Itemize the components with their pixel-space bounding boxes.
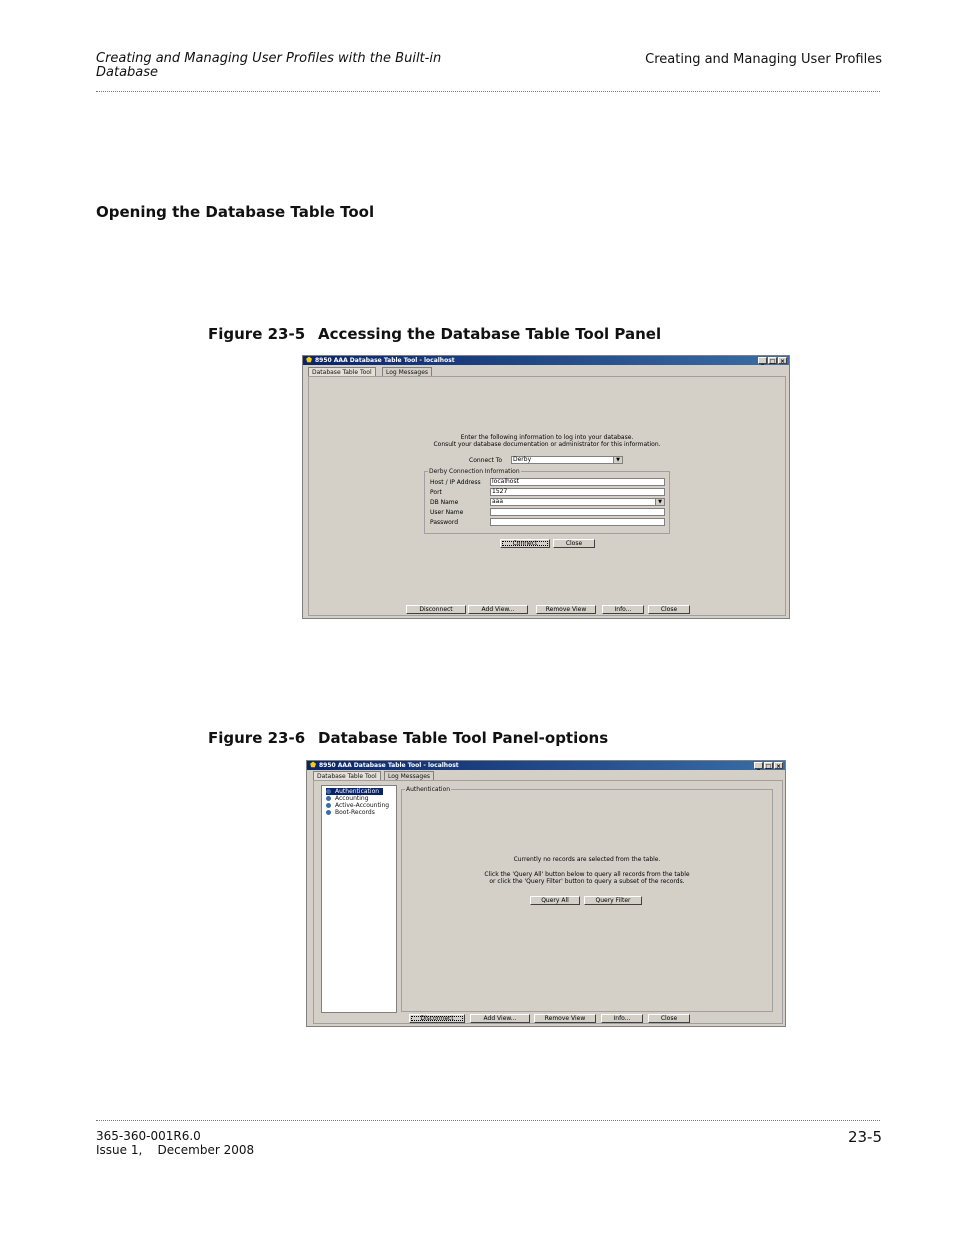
figure1-caption-text: Accessing the Database Table Tool Panel xyxy=(318,325,662,343)
password-input[interactable] xyxy=(490,518,665,526)
user-name-label: User Name xyxy=(430,509,464,516)
header-chapter-title: Creating and Managing User Profiles with… xyxy=(96,51,442,80)
page-number: 23-5 xyxy=(847,1128,882,1146)
tree-item-boot-records[interactable]: Boot-Records xyxy=(326,809,379,816)
minimize-icon[interactable]: _ xyxy=(758,357,767,365)
tree-item-authentication[interactable]: Authentication xyxy=(326,788,384,795)
figure1-number: Figure 23-5 xyxy=(208,325,306,343)
figure2-remove-view-button[interactable]: Remove View xyxy=(534,1014,596,1023)
password-label: Password xyxy=(430,519,459,526)
query-filter-button[interactable]: Query Filter xyxy=(584,896,642,905)
tree-item-label: Authentication xyxy=(335,788,380,795)
header-rule xyxy=(96,91,880,92)
figure2-close-button[interactable]: Close xyxy=(648,1014,690,1023)
db-name-value: aaa xyxy=(492,498,504,505)
figure1-tab-panel: Enter the following information to log i… xyxy=(308,376,786,616)
table-node-icon xyxy=(326,810,331,815)
tree-item-active-accounting[interactable]: Active-Accounting xyxy=(326,802,393,809)
table-node-icon xyxy=(326,796,331,801)
figure2-caption: Figure 23-6 Database Table Tool Panel-opt… xyxy=(208,729,608,747)
app-icon: ⬟ xyxy=(306,356,313,364)
figure1-caption: Figure 23-5 Accessing the Database Table … xyxy=(208,325,661,343)
footer-rule xyxy=(96,1120,880,1121)
figure1-window-title: 8950 AAA Database Table Tool - localhost xyxy=(315,357,455,364)
tree-item-accounting[interactable]: Accounting xyxy=(326,795,373,802)
query-hint-line1: Click the 'Query All' button below to qu… xyxy=(484,871,690,878)
port-label: Port xyxy=(430,489,442,496)
close-dialog-button[interactable]: Close xyxy=(553,539,595,548)
chevron-down-icon[interactable]: ▼ xyxy=(613,457,622,463)
figure2-info-button[interactable]: Info... xyxy=(601,1014,643,1023)
connect-button[interactable]: Connect xyxy=(500,539,550,548)
tree-item-label: Accounting xyxy=(335,795,369,802)
figure1-close-button[interactable]: Close xyxy=(648,605,690,614)
maximize-icon[interactable]: □ xyxy=(764,762,773,770)
minimize-icon[interactable]: _ xyxy=(754,762,763,770)
table-node-icon xyxy=(326,789,331,794)
figure1-intro-line2: Consult your database documentation or a… xyxy=(433,441,661,448)
no-records-message: Currently no records are selected from t… xyxy=(513,856,661,863)
connect-to-label: Connect To xyxy=(469,457,503,464)
figure1-intro-line1: Enter the following information to log i… xyxy=(460,434,634,441)
figure2-number: Figure 23-6 xyxy=(208,729,306,747)
maximize-icon[interactable]: □ xyxy=(768,357,777,365)
host-input[interactable]: localhost xyxy=(490,478,665,486)
figure2-window: ⬟ 8950 AAA Database Table Tool - localho… xyxy=(306,760,786,1027)
connect-to-value: Derby xyxy=(513,456,532,463)
footer-issue: Issue 1, December 2008 xyxy=(96,1143,255,1157)
close-icon[interactable]: × xyxy=(774,762,783,770)
user-name-input[interactable] xyxy=(490,508,665,516)
close-icon[interactable]: × xyxy=(778,357,787,365)
authentication-group: Authentication Currently no records are … xyxy=(401,786,773,1012)
figure1-remove-view-button[interactable]: Remove View xyxy=(536,605,596,614)
tree-item-label: Active-Accounting xyxy=(335,802,390,809)
db-name-label: DB Name xyxy=(430,499,459,506)
connection-info-group: Derby Connection Information Host / IP A… xyxy=(424,468,670,534)
figure1-info-button[interactable]: Info... xyxy=(602,605,644,614)
figure1-tab-database-table-tool[interactable]: Database Table Tool xyxy=(308,367,376,376)
table-node-icon xyxy=(326,803,331,808)
query-all-button[interactable]: Query All xyxy=(530,896,580,905)
figure2-tab-panel: Authentication Accounting Active-Account… xyxy=(313,780,783,1024)
figure1-add-view-button[interactable]: Add View... xyxy=(468,605,528,614)
query-hint-line2: or click the 'Query Filter' button to qu… xyxy=(489,878,685,885)
port-input[interactable]: 1527 xyxy=(490,488,665,496)
authentication-group-title: Authentication xyxy=(405,786,452,793)
figure2-window-title: 8950 AAA Database Table Tool - localhost xyxy=(319,762,459,769)
figure2-caption-text: Database Table Tool Panel-options xyxy=(318,729,609,747)
figure2-disconnect-button[interactable]: Disconnect xyxy=(409,1014,465,1023)
figure1-window-controls: _ □ × xyxy=(758,356,787,365)
figure2-add-view-button[interactable]: Add View... xyxy=(470,1014,530,1023)
figure2-window-controls: _ □ × xyxy=(754,761,783,770)
section-heading: Opening the Database Table Tool xyxy=(96,203,375,221)
header-section-title: Creating and Managing User Profiles xyxy=(645,52,882,67)
footer-info: 365-360-001R6.0 Issue 1, December 2008 xyxy=(96,1129,254,1157)
figure2-tab-database-table-tool[interactable]: Database Table Tool xyxy=(313,771,381,780)
tree-item-label: Boot-Records xyxy=(335,809,375,816)
figure2-tab-log-messages[interactable]: Log Messages xyxy=(384,771,435,780)
host-label: Host / IP Address xyxy=(430,479,481,486)
table-tree: Authentication Accounting Active-Account… xyxy=(321,785,397,1013)
figure1-titlebar: ⬟ 8950 AAA Database Table Tool - localho… xyxy=(303,356,789,365)
chevron-down-icon[interactable]: ▼ xyxy=(655,499,664,505)
figure1-window: ⬟ 8950 AAA Database Table Tool - localho… xyxy=(302,355,790,619)
figure1-tab-log-messages[interactable]: Log Messages xyxy=(382,367,433,376)
app-icon: ⬟ xyxy=(310,761,317,769)
figure2-titlebar: ⬟ 8950 AAA Database Table Tool - localho… xyxy=(307,761,785,770)
connection-info-group-title: Derby Connection Information xyxy=(428,468,521,475)
db-name-select[interactable]: aaa ▼ xyxy=(490,498,665,506)
footer-doc-number: 365-360-001R6.0 xyxy=(96,1129,201,1143)
connect-to-select[interactable]: Derby ▼ xyxy=(511,456,623,464)
figure1-disconnect-button[interactable]: Disconnect xyxy=(406,605,466,614)
